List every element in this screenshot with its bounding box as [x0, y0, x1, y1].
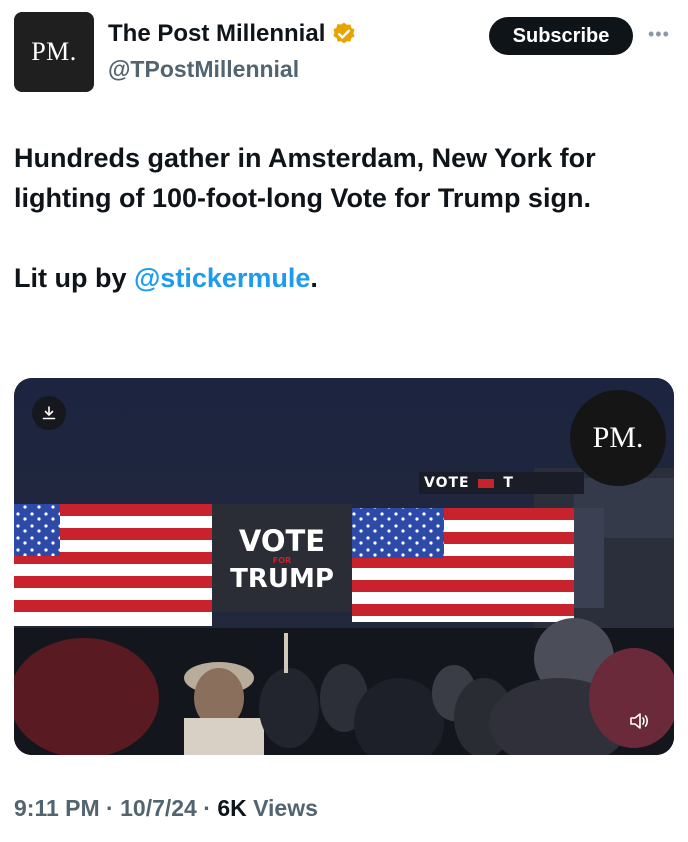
download-icon[interactable]	[32, 396, 66, 430]
views-count: 6K	[217, 795, 247, 821]
left-flag-screen	[14, 504, 212, 626]
mention-link[interactable]: @stickermule	[134, 263, 310, 293]
right-flag-screen	[352, 508, 574, 622]
far-sign-text: VOTE T	[424, 475, 514, 491]
meta-separator: ·	[196, 795, 218, 821]
avatar[interactable]: PM.	[14, 12, 94, 92]
tweet-date[interactable]: 10/7/24	[120, 795, 197, 821]
display-name[interactable]: The Post Millennial	[108, 20, 325, 48]
tweet-body: Hundreds gather in Amsterdam, New York f…	[14, 143, 596, 213]
verified-badge-icon	[331, 21, 357, 47]
tweet-header: PM. The Post Millennial @TPostMillennial…	[0, 0, 688, 110]
subscribe-button[interactable]: Subscribe	[489, 17, 633, 55]
speaker-icon[interactable]	[624, 706, 654, 736]
credit-prefix: Lit up by	[14, 263, 134, 293]
name-row: The Post Millennial	[108, 20, 357, 48]
far-sign-word: VOTE	[424, 475, 470, 491]
meta-separator: ·	[99, 795, 121, 821]
tweet-time[interactable]: 9:11 PM	[14, 795, 100, 821]
far-sign-letter: T	[503, 475, 514, 491]
video-player[interactable]: VOTE T VOTE FOR TRUMP PM.	[14, 378, 674, 755]
sign-trump: TRUMP	[230, 564, 334, 594]
watermark-logo: PM.	[570, 390, 666, 486]
sign-vote: VOTE	[238, 524, 326, 558]
tweet-text: Hundreds gather in Amsterdam, New York f…	[14, 138, 674, 298]
views-label: Views	[246, 795, 318, 821]
handle[interactable]: @TPostMillennial	[108, 56, 299, 83]
more-dots-icon[interactable]: •••	[648, 24, 670, 45]
credit-suffix: .	[310, 263, 318, 293]
tweet-credit: Lit up by @stickermule.	[14, 258, 674, 298]
tweet-meta: 9:11 PM · 10/7/24 · 6K Views	[14, 795, 318, 822]
